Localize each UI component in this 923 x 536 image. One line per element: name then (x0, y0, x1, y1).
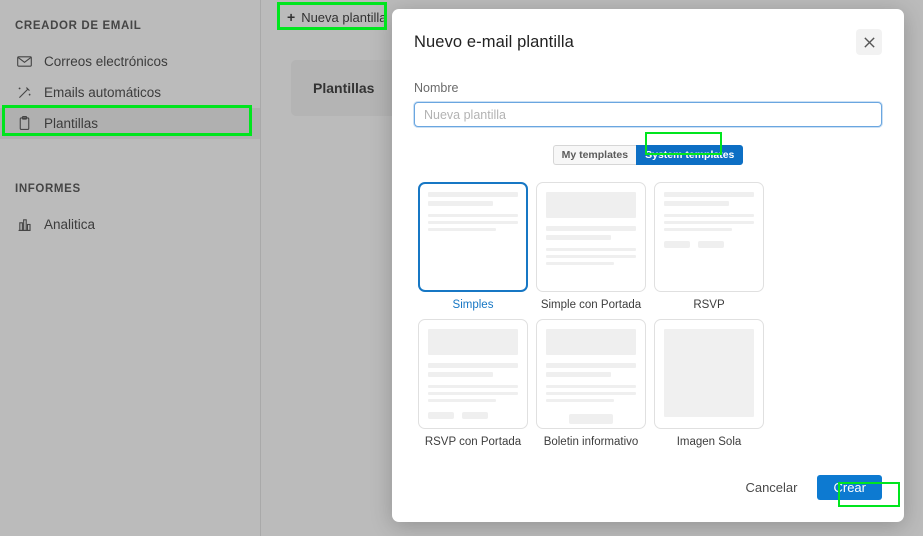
template-option-rsvp[interactable]: RSVP (654, 182, 764, 311)
template-label: RSVP con Portada (424, 436, 522, 448)
thumb-button-block (664, 241, 690, 248)
new-template-modal: Nuevo e-mail plantilla Nombre My templat… (392, 9, 904, 522)
thumb-button-block (462, 412, 488, 419)
template-label: Simples (452, 299, 494, 311)
thumb-text-line (428, 228, 497, 231)
template-option-boletin-informativo[interactable]: Boletin informativo (536, 319, 646, 448)
thumb-heading-block (664, 192, 754, 197)
thumb-subheading-block (546, 372, 611, 377)
thumb-heading-block (428, 192, 518, 197)
template-label: Boletin informativo (543, 436, 639, 448)
template-label: Imagen Sola (676, 436, 742, 448)
template-option-simples[interactable]: Simples (418, 182, 528, 311)
template-option-rsvp-con-portada[interactable]: RSVP con Portada (418, 319, 528, 448)
thumb-text-line (428, 221, 518, 224)
thumb-text-line (428, 214, 518, 217)
template-thumbnail[interactable] (418, 182, 528, 292)
modal-footer: Cancelar Crear (414, 475, 882, 522)
template-thumbnail[interactable] (536, 182, 646, 292)
name-field-label: Nombre (414, 81, 459, 95)
template-option-simple-con-portada[interactable]: Simple con Portada (536, 182, 646, 311)
name-input[interactable] (414, 102, 882, 127)
thumb-subheading-block (428, 372, 493, 377)
system-templates-tab[interactable]: System templates (636, 145, 744, 165)
template-thumbnail[interactable] (654, 182, 764, 292)
thumb-text-line (546, 385, 636, 388)
thumb-subheading-block (546, 235, 611, 240)
template-label: Simple con Portada (540, 299, 642, 311)
thumb-heading-block (546, 363, 636, 368)
thumb-text-line (664, 214, 754, 217)
cancel-button[interactable]: Cancelar (745, 480, 797, 495)
thumb-text-line (546, 392, 636, 395)
template-source-toggle: My templates System templates (414, 145, 882, 165)
thumb-button-block (698, 241, 724, 248)
modal-title: Nuevo e-mail plantilla (414, 33, 574, 51)
thumb-button-block (428, 412, 454, 419)
thumb-cover-block (546, 329, 636, 355)
thumb-button-row (664, 241, 754, 248)
thumb-text-line (546, 248, 636, 251)
thumb-heading-block (546, 226, 636, 231)
thumb-text-line (664, 221, 754, 224)
thumb-button-row (428, 412, 518, 419)
thumb-text-line (428, 385, 518, 388)
template-thumbnail[interactable] (654, 319, 764, 429)
thumb-text-line (546, 262, 615, 265)
thumb-image-block (664, 329, 754, 417)
template-thumbnail[interactable] (418, 319, 528, 429)
thumb-cover-block (428, 329, 518, 355)
template-thumbnail[interactable] (536, 319, 646, 429)
thumb-heading-block (428, 363, 518, 368)
modal-header: Nuevo e-mail plantilla (414, 9, 882, 55)
thumb-cover-block (546, 192, 636, 218)
thumb-subheading-block (664, 201, 729, 206)
thumb-button-block (569, 414, 613, 424)
thumb-text-line (664, 228, 733, 231)
create-button[interactable]: Crear (817, 475, 882, 500)
thumb-text-line (546, 255, 636, 258)
close-icon (863, 36, 876, 49)
thumb-text-line (428, 399, 497, 402)
template-label: RSVP (693, 299, 725, 311)
template-grid: Simples Simple con Portada RSVP RSVP con… (414, 182, 882, 448)
thumb-text-line (546, 399, 615, 402)
thumb-text-line (428, 392, 518, 395)
template-option-imagen-sola[interactable]: Imagen Sola (654, 319, 764, 448)
thumb-subheading-block (428, 201, 493, 206)
close-button[interactable] (856, 29, 882, 55)
my-templates-tab[interactable]: My templates (552, 145, 637, 165)
